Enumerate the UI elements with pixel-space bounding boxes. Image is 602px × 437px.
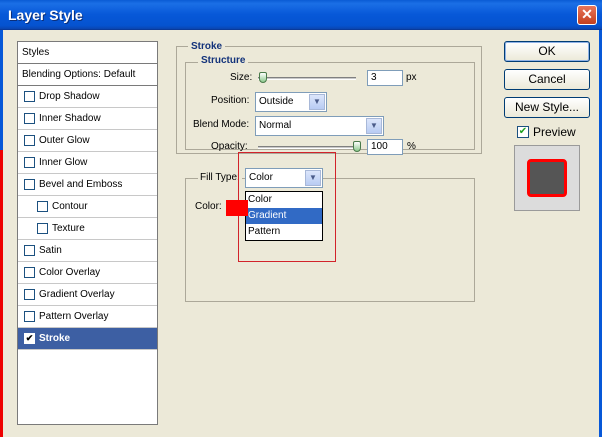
styles-list-item[interactable]: Contour xyxy=(18,196,157,218)
style-checkbox[interactable] xyxy=(24,157,35,168)
preview-thumbnail xyxy=(527,159,567,197)
new-style-button[interactable]: New Style... xyxy=(504,97,590,118)
fill-type-label: Fill Type: xyxy=(198,172,242,183)
style-checkbox[interactable]: ✔ xyxy=(24,333,35,344)
checkmark-icon[interactable]: ✔ xyxy=(517,126,529,138)
style-label: Styles xyxy=(22,47,50,58)
styles-list-item[interactable]: Styles xyxy=(18,42,157,64)
styles-list-item[interactable]: Inner Glow xyxy=(18,152,157,174)
styles-list-item[interactable]: Drop Shadow xyxy=(18,86,157,108)
style-checkbox[interactable] xyxy=(24,311,35,322)
style-checkbox[interactable] xyxy=(24,179,35,190)
style-label: Color Overlay xyxy=(39,267,101,278)
style-checkbox[interactable] xyxy=(24,91,35,102)
style-checkbox[interactable] xyxy=(24,267,35,278)
styles-list-item[interactable]: Pattern Overlay xyxy=(18,306,157,328)
blend-mode-select[interactable]: Normal ▼ xyxy=(255,116,384,136)
opacity-unit: % xyxy=(407,141,416,152)
size-slider-track[interactable] xyxy=(258,77,356,80)
style-checkbox[interactable] xyxy=(24,289,35,300)
annotation-highlight-box xyxy=(238,152,336,262)
style-checkbox[interactable] xyxy=(24,113,35,124)
style-label: Drop Shadow xyxy=(39,91,100,102)
chevron-down-icon[interactable]: ▼ xyxy=(366,118,382,134)
style-checkbox[interactable] xyxy=(24,245,35,256)
opacity-slider-track[interactable] xyxy=(258,146,356,149)
style-label: Inner Glow xyxy=(39,157,88,168)
styles-list-item[interactable]: ✔ Stroke xyxy=(18,328,157,350)
style-checkbox[interactable] xyxy=(37,223,48,234)
color-label: Color: xyxy=(195,201,222,212)
blend-mode-value: Normal xyxy=(259,120,292,131)
stroke-group-label: Stroke xyxy=(188,41,226,52)
style-label: Inner Shadow xyxy=(39,113,101,124)
styles-list-item[interactable]: Satin xyxy=(18,240,157,262)
size-input[interactable]: 3 xyxy=(367,70,403,86)
size-unit: px xyxy=(406,72,417,83)
structure-group-label: Structure xyxy=(198,55,249,66)
preview-label: Preview xyxy=(533,125,576,139)
opacity-input[interactable]: 100 xyxy=(367,139,403,155)
styles-list-item[interactable]: Color Overlay xyxy=(18,262,157,284)
style-checkbox[interactable] xyxy=(24,135,35,146)
styles-list: Styles Blending Options: Default Drop Shad… xyxy=(17,41,158,425)
size-slider-thumb[interactable] xyxy=(259,72,267,83)
preview-checkbox[interactable]: ✔ Preview xyxy=(517,125,576,139)
style-label: Stroke xyxy=(39,333,71,344)
size-label: Size: xyxy=(230,72,253,83)
cancel-button[interactable]: Cancel xyxy=(504,69,590,90)
title-bar[interactable]: Layer Style ✕ xyxy=(0,0,602,30)
style-label: Outer Glow xyxy=(39,135,90,146)
structure-group xyxy=(185,62,475,150)
style-label: Texture xyxy=(52,223,85,234)
opacity-slider-thumb[interactable] xyxy=(353,141,361,152)
style-label: Pattern Overlay xyxy=(39,311,109,322)
blend-mode-label: Blend Mode: xyxy=(193,119,250,130)
styles-list-item[interactable]: Outer Glow xyxy=(18,130,157,152)
close-button[interactable]: ✕ xyxy=(577,5,597,25)
position-label: Position: xyxy=(211,95,250,106)
style-label: Gradient Overlay xyxy=(39,289,115,300)
styles-list-item[interactable]: Inner Shadow xyxy=(18,108,157,130)
opacity-label: Opacity: xyxy=(211,141,248,152)
style-label: Satin xyxy=(39,245,62,256)
style-label: Blending Options: Default xyxy=(22,69,136,80)
styles-list-item[interactable]: Blending Options: Default xyxy=(18,64,157,86)
ok-button[interactable]: OK xyxy=(504,41,590,62)
styles-list-item[interactable]: Bevel and Emboss xyxy=(18,174,157,196)
style-label: Contour xyxy=(52,201,88,212)
style-preview xyxy=(514,145,580,211)
chevron-down-icon[interactable]: ▼ xyxy=(309,94,325,110)
window-title: Layer Style xyxy=(8,7,83,23)
styles-list-item[interactable]: Gradient Overlay xyxy=(18,284,157,306)
style-label: Bevel and Emboss xyxy=(39,179,123,190)
position-select[interactable]: Outside ▼ xyxy=(255,92,327,112)
styles-list-item[interactable]: Texture xyxy=(18,218,157,240)
position-value: Outside xyxy=(259,96,294,107)
style-checkbox[interactable] xyxy=(37,201,48,212)
background-edge xyxy=(0,150,3,437)
stroke-color-swatch[interactable] xyxy=(226,200,248,216)
layer-style-dialog: Styles Blending Options: Default Drop Shad… xyxy=(0,30,602,437)
